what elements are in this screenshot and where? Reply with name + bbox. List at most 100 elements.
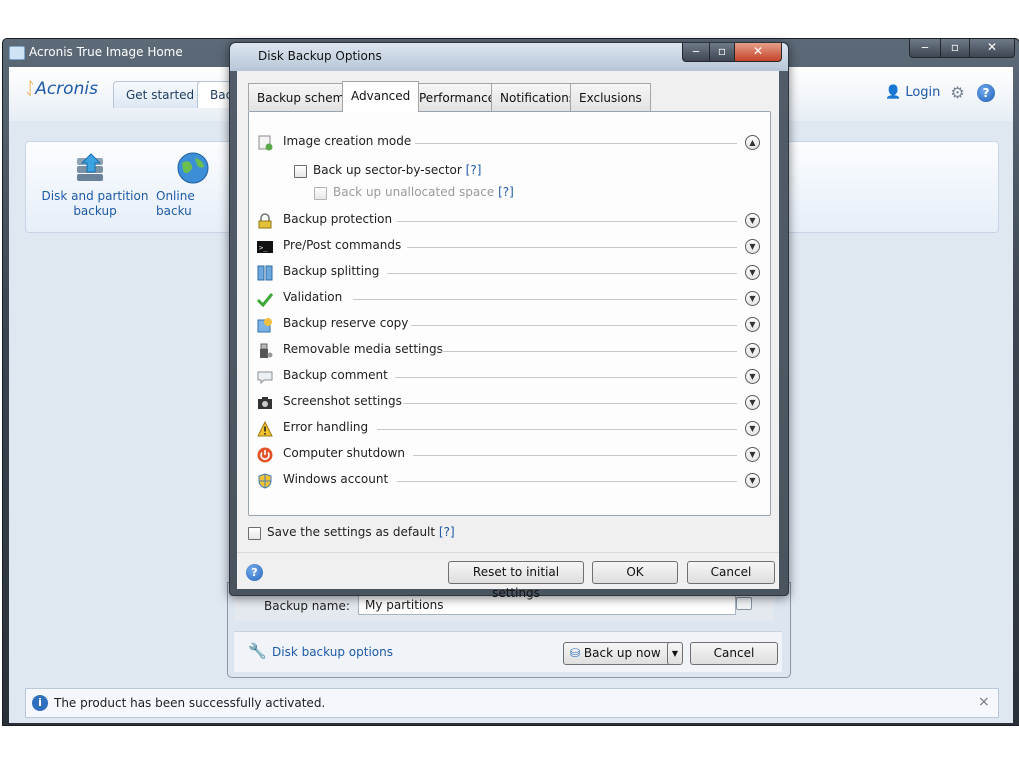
reset-to-initial-settings-button[interactable]: Reset to initial settings	[448, 561, 584, 600]
options-minimize-icon[interactable]: ‒	[682, 43, 710, 62]
error-handling-section[interactable]: Error handling ▼	[257, 419, 760, 439]
section-divider	[395, 377, 737, 378]
section-divider	[403, 403, 737, 404]
save-default-checkbox[interactable]	[248, 527, 261, 540]
backup-name-label: Backup name:	[264, 599, 350, 613]
user-icon: 👤	[885, 85, 902, 100]
image-creation-mode-section[interactable]: Image creation mode ▲	[257, 133, 760, 153]
power-icon	[257, 447, 273, 463]
tab-exclusions[interactable]: Exclusions	[570, 83, 651, 111]
backup-now-icon: ⛁	[570, 646, 581, 660]
tab-performance[interactable]: Performance	[410, 83, 505, 111]
cancel-button[interactable]: Cancel	[690, 642, 778, 665]
expand-chevron-icon[interactable]: ▼	[745, 395, 760, 410]
unallocated-space-label: Back up unallocated space [?]	[333, 185, 514, 199]
help-icon[interactable]: ?	[977, 84, 995, 102]
comment-icon[interactable]	[736, 597, 752, 610]
collapse-chevron-icon[interactable]: ▲	[745, 135, 760, 150]
expand-chevron-icon[interactable]: ▼	[745, 213, 760, 228]
checkbox-label: Save the settings as default	[267, 525, 436, 539]
section-divider	[411, 325, 737, 326]
section-divider	[413, 455, 737, 456]
section-label: Removable media settings	[283, 342, 451, 356]
warning-icon	[257, 420, 273, 437]
back-up-now-button[interactable]: ⛁ Back up now	[563, 642, 675, 665]
sector-by-sector-checkbox[interactable]	[294, 165, 307, 178]
tab-get-started[interactable]: Get started	[113, 81, 208, 108]
unallocated-space-checkbox[interactable]	[314, 187, 327, 200]
pre-post-commands-section[interactable]: >_ Pre/Post commands ▼	[257, 237, 760, 257]
expand-chevron-icon[interactable]: ▼	[745, 291, 760, 306]
section-divider	[377, 429, 737, 430]
section-label: Image creation mode	[283, 134, 420, 148]
disk-partition-backup-button[interactable]: Disk and partition backup	[40, 189, 150, 219]
save-default-help-link[interactable]: [?]	[439, 525, 455, 539]
backup-reserve-copy-section[interactable]: Backup reserve copy ▼	[257, 315, 760, 335]
options-maximize-icon[interactable]: ▫	[709, 43, 735, 62]
options-cancel-button[interactable]: Cancel	[687, 561, 775, 584]
unallocated-help-link[interactable]: [?]	[498, 185, 514, 199]
section-divider	[387, 273, 737, 274]
options-close-icon[interactable]: ✕	[734, 43, 782, 62]
gear-icon[interactable]: ⚙	[949, 84, 966, 101]
info-icon: i	[32, 695, 48, 711]
validation-section[interactable]: Validation ▼	[256, 289, 760, 309]
backup-splitting-section[interactable]: Backup splitting ▼	[257, 263, 760, 283]
sector-help-link[interactable]: [?]	[466, 163, 482, 177]
tab-advanced[interactable]: Advanced	[342, 81, 420, 112]
options-body: Backup scheme Advanced Performance Notif…	[237, 71, 779, 600]
maximize-icon[interactable]: ▫	[940, 39, 970, 58]
section-label: Backup reserve copy	[283, 316, 417, 330]
screenshot-settings-section[interactable]: Screenshot settings ▼	[257, 393, 760, 413]
sector-by-sector-label: Back up sector-by-sector [?]	[313, 163, 481, 177]
disk-backup-options-link[interactable]: Disk backup options	[272, 645, 393, 659]
ok-button[interactable]: OK	[592, 561, 678, 584]
expand-chevron-icon[interactable]: ▼	[745, 473, 760, 488]
camera-icon	[257, 395, 273, 411]
backup-comment-section[interactable]: Backup comment ▼	[257, 367, 760, 387]
expand-chevron-icon[interactable]: ▼	[745, 447, 760, 462]
expand-chevron-icon[interactable]: ▼	[745, 317, 760, 332]
section-divider	[353, 299, 737, 300]
backup-dialog-footer: 🔧 Disk backup options ⛁ Back up now ▼ Ca…	[234, 631, 782, 672]
help-icon[interactable]: ?	[246, 564, 263, 581]
login-link[interactable]: 👤 Login	[885, 85, 940, 100]
minimize-icon[interactable]: ‒	[909, 39, 941, 58]
save-default-label: Save the settings as default [?]	[267, 525, 455, 539]
advanced-panel: Image creation mode ▲ Back up sector-by-…	[248, 111, 771, 516]
expand-chevron-icon[interactable]: ▼	[745, 343, 760, 358]
section-label: Backup protection	[283, 212, 401, 226]
main-window-title: Acronis True Image Home	[29, 45, 183, 59]
windows-account-section[interactable]: Windows account ▼	[257, 471, 760, 491]
section-divider	[397, 481, 737, 482]
section-label: Backup splitting	[283, 264, 388, 278]
backup-name-input[interactable]: My partitions	[358, 595, 736, 615]
online-backup-button[interactable]: Online backu	[156, 189, 232, 219]
section-label: Screenshot settings	[283, 394, 410, 408]
acronis-logo-text: Acronis	[35, 79, 98, 99]
removable-media-settings-section[interactable]: Removable media settings ▼	[257, 341, 760, 361]
expand-chevron-icon[interactable]: ▼	[745, 265, 760, 280]
copy-icon	[257, 317, 273, 333]
expand-chevron-icon[interactable]: ▼	[745, 421, 760, 436]
options-footer: ? Reset to initial settings OK Cancel	[237, 552, 779, 600]
status-message: The product has been successfully activa…	[54, 696, 326, 710]
checkbox-label: Back up sector-by-sector	[313, 163, 462, 177]
expand-chevron-icon[interactable]: ▼	[745, 239, 760, 254]
expand-chevron-icon[interactable]: ▼	[745, 369, 760, 384]
ribbon-item-label: backup	[73, 204, 117, 218]
app-icon	[9, 46, 25, 60]
section-label: Computer shutdown	[283, 446, 414, 460]
backup-protection-section[interactable]: Backup protection ▼	[257, 211, 760, 231]
close-icon[interactable]: ✕	[969, 39, 1015, 58]
back-up-now-dropdown-icon[interactable]: ▼	[667, 642, 683, 665]
disk-backup-options-dialog: Disk Backup Options ‒ ▫ ✕ Backup scheme …	[229, 42, 789, 600]
wrench-icon: 🔧	[248, 642, 267, 660]
status-close-icon[interactable]: ×	[978, 694, 990, 710]
comment-icon	[257, 369, 273, 385]
usb-icon	[257, 343, 273, 359]
section-divider	[415, 143, 737, 144]
computer-shutdown-section[interactable]: Computer shutdown ▼	[257, 445, 760, 465]
svg-text:>_: >_	[259, 244, 268, 252]
options-dialog-title: Disk Backup Options	[258, 49, 382, 63]
